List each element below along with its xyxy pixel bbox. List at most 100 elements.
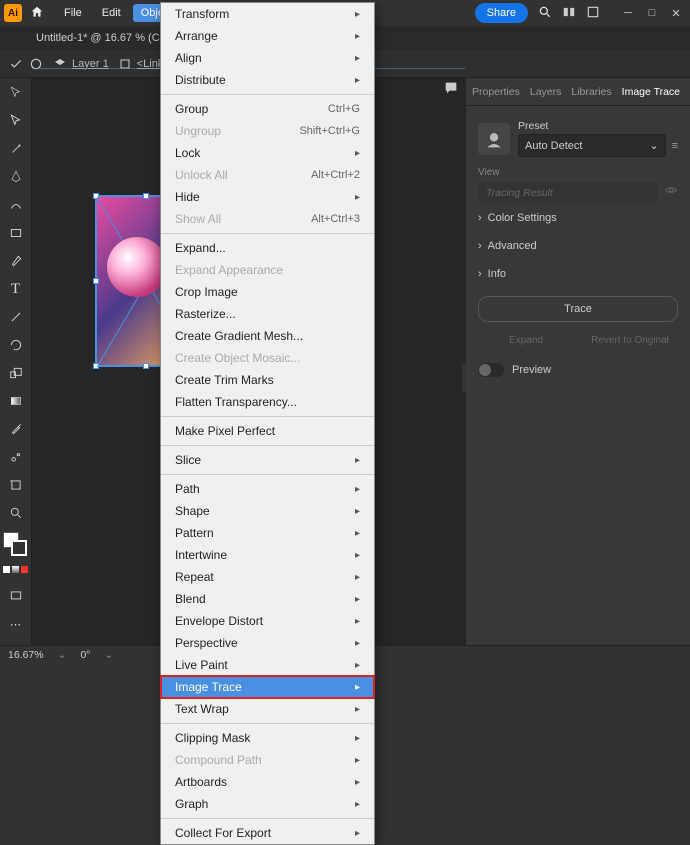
wand-tool[interactable] — [5, 138, 27, 160]
chevron-right-icon: › — [478, 240, 482, 252]
chevron-right-icon: › — [478, 268, 482, 280]
menu-item-intertwine[interactable]: Intertwine — [161, 544, 374, 566]
brush-tool[interactable] — [5, 250, 27, 272]
eyedropper-tool[interactable] — [5, 418, 27, 440]
share-button[interactable]: Share — [475, 3, 528, 23]
menu-item-flatten-transparency[interactable]: Flatten Transparency... — [161, 391, 374, 413]
menu-item-hide[interactable]: Hide — [161, 186, 374, 208]
object-menu-dropdown: TransformArrangeAlignDistribute GroupCtrl… — [160, 2, 375, 845]
tab-libraries[interactable]: Libraries — [571, 86, 611, 98]
comments-icon[interactable] — [443, 80, 459, 99]
rotation-value[interactable]: 0° — [80, 649, 90, 661]
menu-item-expand[interactable]: Expand... — [161, 237, 374, 259]
line-tool[interactable] — [5, 306, 27, 328]
zoom-value[interactable]: 16.67% — [8, 649, 44, 661]
search-icon[interactable] — [538, 5, 552, 22]
type-tool[interactable]: T — [5, 278, 27, 300]
expand-button[interactable]: Expand — [478, 330, 574, 351]
curvature-tool[interactable] — [5, 194, 27, 216]
menu-item-arrange[interactable]: Arrange — [161, 25, 374, 47]
embed-icon[interactable] — [8, 56, 24, 72]
menu-edit[interactable]: Edit — [94, 4, 129, 22]
menu-item-envelope-distort[interactable]: Envelope Distort — [161, 610, 374, 632]
scale-tool[interactable] — [5, 362, 27, 384]
menu-item-repeat[interactable]: Repeat — [161, 566, 374, 588]
direct-selection-tool[interactable] — [5, 110, 27, 132]
color-mode-icons[interactable] — [3, 566, 28, 573]
menu-item-lock[interactable]: Lock — [161, 142, 374, 164]
menu-item-collect-for-export[interactable]: Collect For Export — [161, 822, 374, 844]
preset-select[interactable]: Auto Detect ⌄ — [518, 134, 666, 157]
menu-item-crop-image[interactable]: Crop Image — [161, 281, 374, 303]
layers-icon — [52, 56, 68, 72]
view-label: View — [478, 167, 678, 178]
workspace-icon[interactable] — [586, 5, 600, 22]
tab-layers[interactable]: Layers — [530, 86, 562, 98]
menu-item-show-all: Show AllAlt+Ctrl+3 — [161, 208, 374, 230]
scrollbar[interactable] — [462, 363, 466, 393]
revert-button[interactable]: Revert to Original — [582, 330, 678, 351]
link-icon[interactable] — [28, 56, 44, 72]
fill-stroke-swatch[interactable] — [3, 532, 29, 558]
menu-item-group[interactable]: GroupCtrl+G — [161, 98, 374, 120]
menu-item-graph[interactable]: Graph — [161, 793, 374, 815]
close-button[interactable]: ✕ — [666, 5, 686, 21]
tab-properties[interactable]: Properties — [472, 86, 520, 98]
tool-panel: T ⋯ — [0, 78, 32, 647]
zoom-tool[interactable] — [5, 502, 27, 524]
edit-toolbar[interactable]: ⋯ — [5, 613, 27, 635]
menu-item-live-paint[interactable]: Live Paint — [161, 654, 374, 676]
preset-icon — [478, 123, 510, 155]
accordion-info[interactable]: ›Info — [478, 260, 678, 288]
selection-tool[interactable] — [5, 82, 27, 104]
preview-label: Preview — [512, 364, 551, 376]
menu-item-transform[interactable]: Transform — [161, 3, 374, 25]
panel-menu-icon[interactable]: ≡ — [672, 140, 678, 152]
panel-tabs: Properties Layers Libraries Image Trace — [466, 78, 690, 106]
linked-file-icon — [117, 56, 133, 72]
chevron-down-icon: ⌄ — [649, 139, 658, 152]
menu-item-text-wrap[interactable]: Text Wrap — [161, 698, 374, 720]
pen-tool[interactable] — [5, 166, 27, 188]
menu-item-clipping-mask[interactable]: Clipping Mask — [161, 727, 374, 749]
menu-item-create-gradient-mesh[interactable]: Create Gradient Mesh... — [161, 325, 374, 347]
app-icon: Ai — [4, 4, 22, 22]
accordion-advanced[interactable]: ›Advanced — [478, 232, 678, 260]
artboard-tool[interactable] — [5, 474, 27, 496]
rectangle-tool[interactable] — [5, 222, 27, 244]
preset-label: Preset — [518, 120, 678, 132]
menu-item-unlock-all: Unlock AllAlt+Ctrl+2 — [161, 164, 374, 186]
menu-item-artboards[interactable]: Artboards — [161, 771, 374, 793]
menu-file[interactable]: File — [56, 4, 90, 22]
menu-item-make-pixel-perfect[interactable]: Make Pixel Perfect — [161, 420, 374, 442]
rotate-tool[interactable] — [5, 334, 27, 356]
home-icon[interactable] — [30, 5, 44, 22]
menu-item-image-trace[interactable]: Image Trace — [161, 676, 374, 698]
maximize-button[interactable]: □ — [642, 5, 662, 21]
menu-item-expand-appearance: Expand Appearance — [161, 259, 374, 281]
trace-button[interactable]: Trace — [478, 296, 678, 322]
gradient-tool[interactable] — [5, 390, 27, 412]
tab-image-trace[interactable]: Image Trace — [622, 86, 680, 98]
menu-item-shape[interactable]: Shape — [161, 500, 374, 522]
eye-icon[interactable] — [664, 183, 678, 200]
menu-item-rasterize[interactable]: Rasterize... — [161, 303, 374, 325]
menu-item-create-trim-marks[interactable]: Create Trim Marks — [161, 369, 374, 391]
preview-toggle[interactable] — [478, 363, 504, 377]
menu-item-path[interactable]: Path — [161, 478, 374, 500]
screen-mode-tool[interactable] — [5, 585, 27, 607]
menu-item-compound-path: Compound Path — [161, 749, 374, 771]
menu-item-pattern[interactable]: Pattern — [161, 522, 374, 544]
symbol-sprayer-tool[interactable] — [5, 446, 27, 468]
menu-item-ungroup: UngroupShift+Ctrl+G — [161, 120, 374, 142]
view-select[interactable]: Tracing Result — [478, 182, 658, 204]
menu-item-slice[interactable]: Slice — [161, 449, 374, 471]
menu-item-distribute[interactable]: Distribute — [161, 69, 374, 91]
accordion-color-settings[interactable]: ›Color Settings — [478, 204, 678, 232]
minimize-button[interactable]: ─ — [618, 5, 638, 21]
arrange-icon[interactable] — [562, 5, 576, 22]
menu-item-blend[interactable]: Blend — [161, 588, 374, 610]
menu-item-align[interactable]: Align — [161, 47, 374, 69]
menu-item-perspective[interactable]: Perspective — [161, 632, 374, 654]
menu-item-create-object-mosaic: Create Object Mosaic... — [161, 347, 374, 369]
